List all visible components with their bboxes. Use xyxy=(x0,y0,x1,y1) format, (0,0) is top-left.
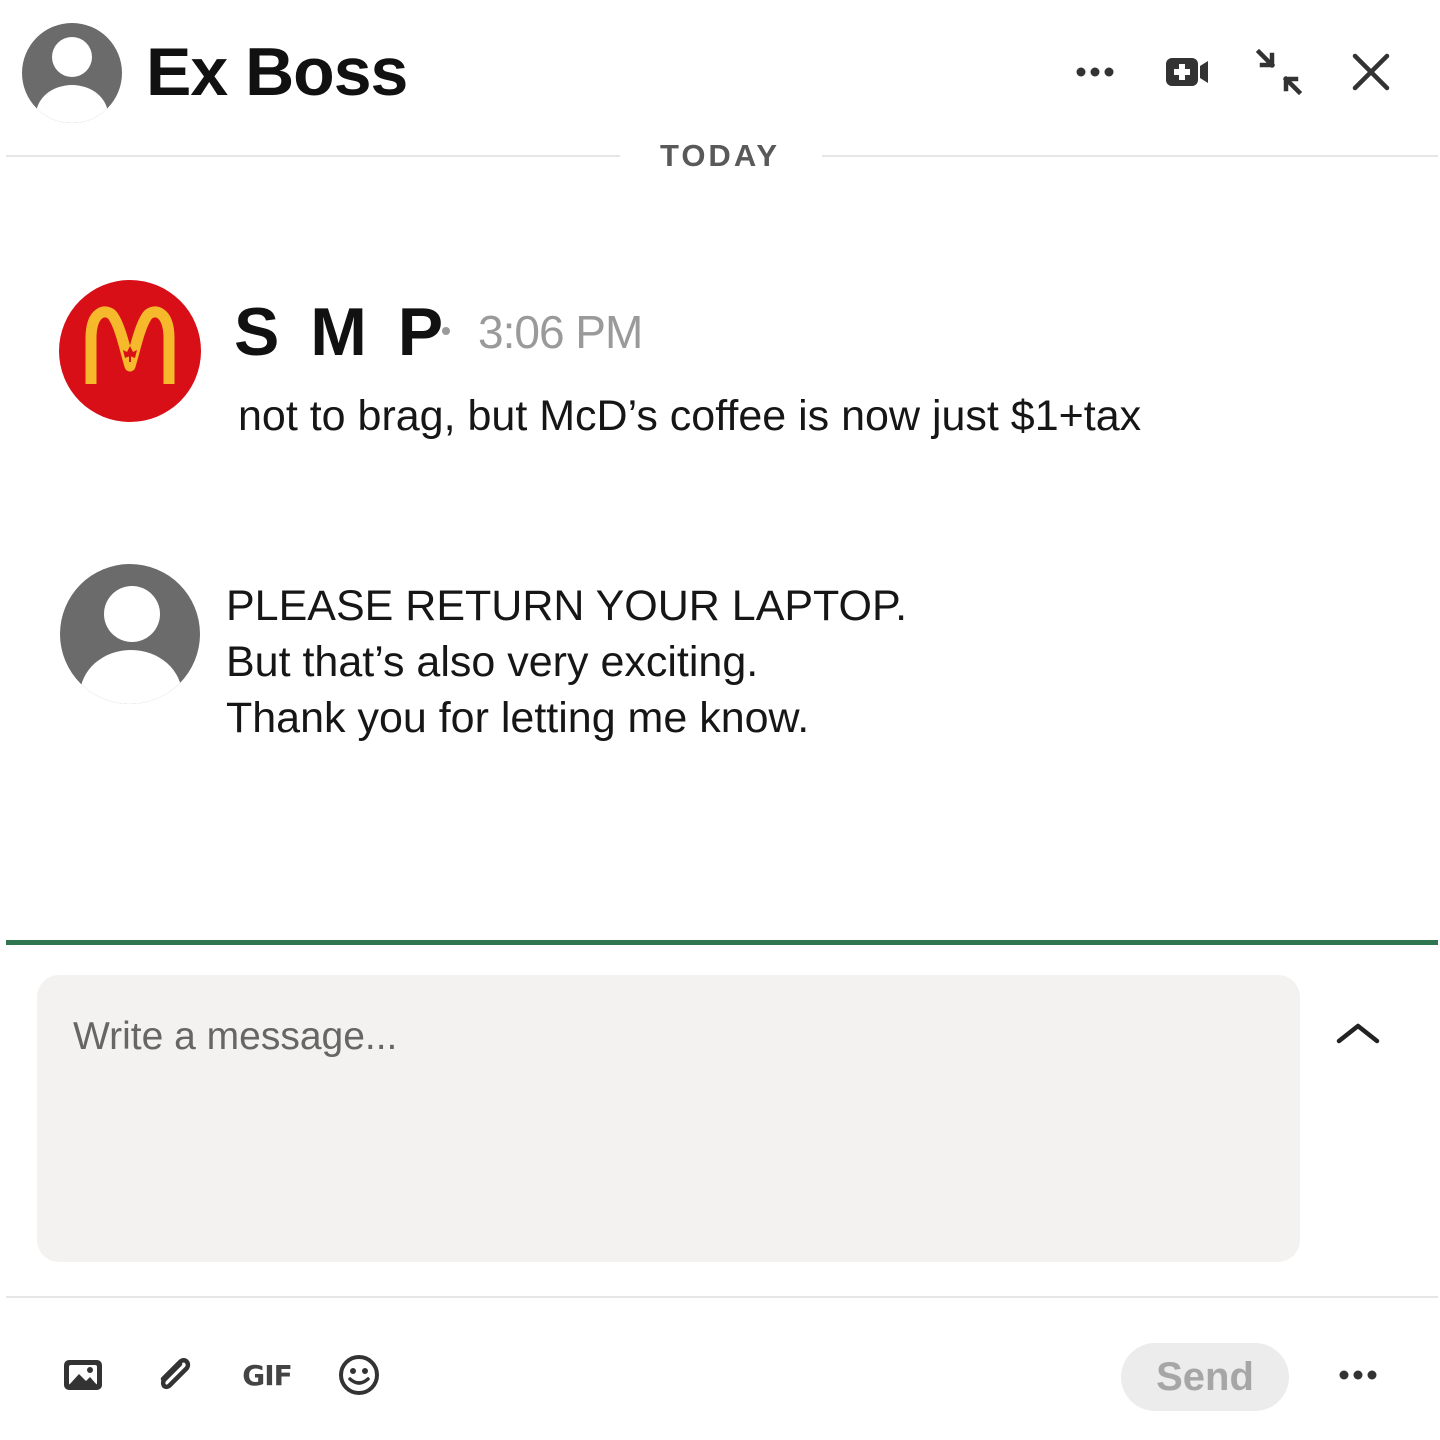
contact-avatar[interactable] xyxy=(22,23,122,123)
emoji-button[interactable] xyxy=(334,1350,384,1400)
divider-line-right xyxy=(822,155,1438,157)
collapse-arrows-icon xyxy=(1255,48,1303,96)
minimize-button[interactable] xyxy=(1253,46,1305,98)
expand-composer-button[interactable] xyxy=(1330,1010,1386,1054)
separator-dot xyxy=(442,327,450,335)
sender-name: S M P xyxy=(234,294,450,370)
composer-top-border xyxy=(6,940,1438,945)
image-icon xyxy=(64,1360,102,1390)
message-body: PLEASE RETURN YOUR LAPTOP. But that’s al… xyxy=(226,578,907,746)
chevron-up-icon xyxy=(1336,1023,1380,1044)
sender-avatar[interactable] xyxy=(59,280,201,422)
message-line: Thank you for letting me know. xyxy=(226,694,810,742)
attach-image-button[interactable] xyxy=(58,1350,108,1400)
message-timestamp: 3:06 PM xyxy=(478,306,643,358)
send-button[interactable]: Send xyxy=(1121,1343,1289,1411)
ellipsis-icon xyxy=(1339,1370,1377,1380)
gif-button[interactable]: GIF xyxy=(242,1350,293,1400)
paperclip-icon xyxy=(160,1358,191,1389)
message-input[interactable] xyxy=(37,975,1300,1262)
conversation-title: Ex Boss xyxy=(146,34,408,110)
close-icon xyxy=(1352,53,1390,91)
message-text: not to brag, but McD’s coffee is now jus… xyxy=(238,392,1142,440)
message-line: But that’s also very exciting. xyxy=(226,638,759,686)
emoji-icon xyxy=(339,1355,379,1395)
video-call-button[interactable] xyxy=(1161,46,1213,98)
close-button[interactable] xyxy=(1345,46,1397,98)
user-avatar[interactable] xyxy=(60,564,200,704)
date-divider-label: TODAY xyxy=(659,138,781,173)
attach-file-button[interactable] xyxy=(150,1350,200,1400)
divider-line-left xyxy=(6,155,620,157)
message-line: PLEASE RETURN YOUR LAPTOP. xyxy=(226,582,908,630)
toolbar-divider xyxy=(6,1296,1438,1298)
more-options-button[interactable] xyxy=(1069,46,1121,98)
mcdonalds-logo-icon xyxy=(85,306,175,384)
ellipsis-icon xyxy=(1076,67,1114,77)
composer-more-options-button[interactable] xyxy=(1330,1350,1386,1400)
video-plus-icon xyxy=(1166,58,1208,86)
